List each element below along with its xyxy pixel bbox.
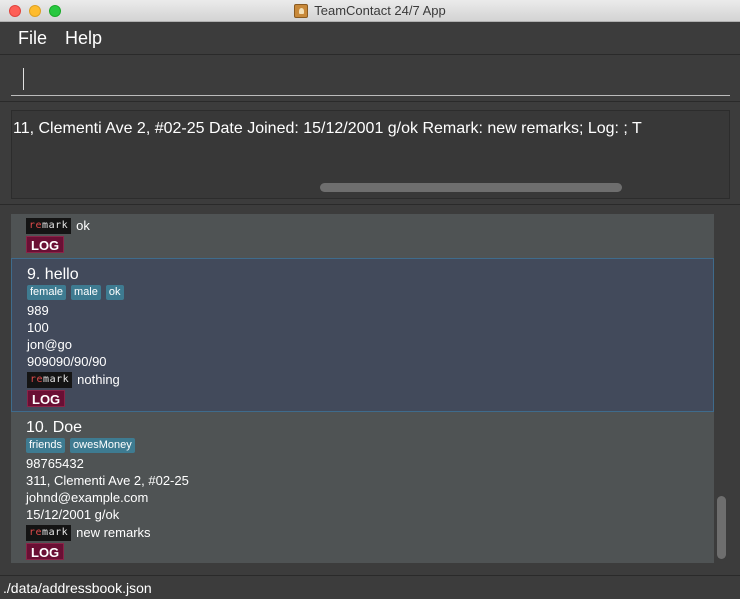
person-date: 909090/90/90	[27, 354, 107, 369]
menu-help[interactable]: Help	[65, 28, 102, 49]
command-input[interactable]	[11, 64, 730, 96]
tag: female	[27, 285, 67, 300]
remark-row: remark new remarks	[26, 523, 714, 542]
remark-text: nothing	[77, 372, 120, 387]
tag: friends	[26, 438, 66, 453]
minimize-window-button[interactable]	[29, 5, 41, 17]
window-controls	[9, 5, 61, 17]
tag: ok	[105, 285, 124, 300]
zoom-window-button[interactable]	[49, 5, 61, 17]
window-title: TeamContact 24/7 App	[314, 3, 446, 18]
log-button[interactable]: LOG	[26, 543, 65, 560]
person-name: 9. hello	[27, 266, 79, 283]
person-date: 15/12/2001 g/ok	[26, 507, 120, 522]
remark-badge: remark	[26, 217, 72, 234]
remark-badge: remark	[26, 524, 72, 541]
person-list-area: remark ok LOG 9. hello female male ok 98…	[0, 206, 740, 574]
vertical-scrollbar-thumb[interactable]	[717, 496, 726, 559]
list-item[interactable]: 10. Doe friends owesMoney 98765432 311, …	[11, 418, 714, 563]
person-list[interactable]: remark ok LOG 9. hello female male ok 98…	[11, 214, 714, 563]
person-name: 10. Doe	[26, 419, 83, 436]
result-text: 11, Clementi Ave 2, #02-25 Date Joined: …	[13, 120, 642, 137]
remark-text: new remarks	[76, 525, 151, 540]
tag: male	[71, 285, 101, 300]
person-address: 311, Clementi Ave 2, #02-25	[26, 473, 189, 488]
command-box-area	[0, 56, 740, 102]
person-phone: 989	[27, 303, 49, 318]
save-location-path: ./data/addressbook.json	[3, 579, 152, 596]
window-titlebar: TeamContact 24/7 App	[0, 0, 740, 22]
person-email: jon@go	[27, 337, 73, 352]
menu-bar: File Help	[0, 22, 740, 55]
horizontal-scrollbar-thumb[interactable]	[320, 183, 622, 192]
list-item-partial[interactable]: remark ok LOG	[11, 216, 714, 255]
person-phone: 98765432	[26, 456, 84, 471]
remark-row: remark nothing	[27, 370, 713, 389]
remark-row: remark ok	[26, 216, 714, 235]
text-caret	[23, 68, 24, 90]
log-button[interactable]: LOG	[26, 236, 65, 253]
tag: owesMoney	[70, 438, 135, 453]
result-display[interactable]: 11, Clementi Ave 2, #02-25 Date Joined: …	[11, 110, 730, 199]
log-button[interactable]: LOG	[27, 390, 66, 407]
menu-file[interactable]: File	[18, 28, 47, 49]
person-field: 100	[27, 320, 49, 335]
tag-list: female male ok	[27, 284, 713, 301]
person-email: johnd@example.com	[26, 490, 149, 505]
result-display-area: 11, Clementi Ave 2, #02-25 Date Joined: …	[0, 103, 740, 205]
close-window-button[interactable]	[9, 5, 21, 17]
list-item-selected[interactable]: 9. hello female male ok 989 100 jon@go 9…	[11, 258, 714, 412]
tag-list: friends owesMoney	[26, 437, 714, 454]
remark-text: ok	[76, 218, 90, 233]
remark-badge: remark	[27, 371, 73, 388]
status-bar: ./data/addressbook.json	[0, 575, 740, 599]
contacts-app-icon	[294, 3, 309, 18]
